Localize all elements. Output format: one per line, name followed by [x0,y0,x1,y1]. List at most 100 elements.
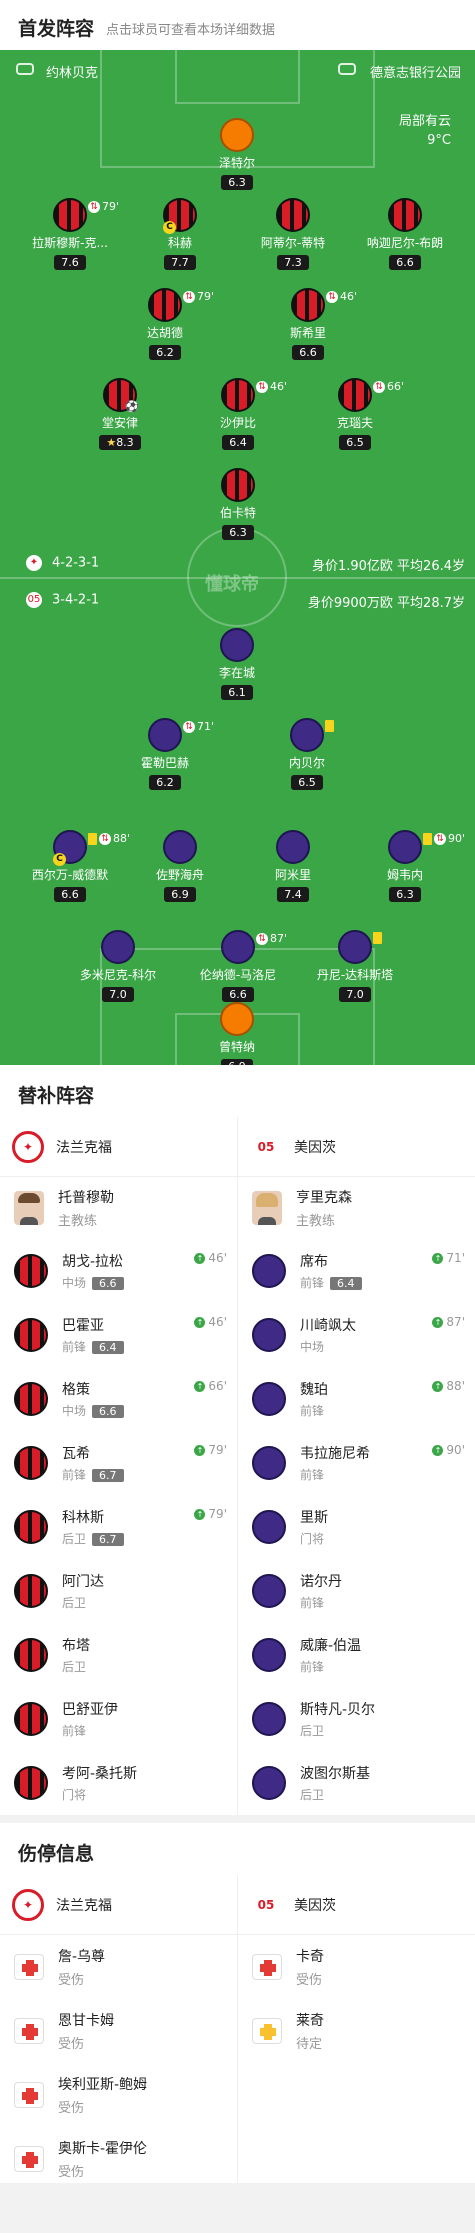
player[interactable]: 伯卡特 6.3 [183,468,293,540]
jersey-icon [291,288,325,322]
player[interactable]: ⇅ 46' 沙伊比 6.4 [183,378,293,450]
sub-player[interactable]: 瓦希 前锋 6.7 ↑ 79' [0,1431,237,1495]
jersey-icon [14,1766,48,1800]
jersey-icon [252,1638,286,1672]
sub-player[interactable]: 魏珀 前锋 ↑ 88' [238,1367,475,1431]
injury-row[interactable]: 卡奇 受伤 [238,1935,475,1999]
coach-name: 亨里克森 [296,1190,352,1206]
player[interactable]: 佐野海舟 6.9 [125,830,235,902]
player[interactable]: C 科赫 7.7 [125,198,235,270]
player[interactable]: ⇅ 46' 斯希里 6.6 [253,288,363,360]
sub-player[interactable]: 波图尔斯基 后卫 [238,1751,475,1815]
sub-position-row: 中场 [300,1338,356,1355]
sub-player[interactable]: 里斯 门将 [238,1495,475,1559]
sub-rating: 6.7 [92,1469,124,1482]
away-team-row[interactable]: 05 美因茨 [238,1875,475,1935]
sub-in-time: ↑ 79' [194,1507,227,1521]
player[interactable]: ⇅ 79' 达胡德 6.2 [110,288,220,360]
away-team-row[interactable]: 05 美因茨 [238,1117,475,1177]
player-event: ⇅ 46' [256,380,287,393]
rating-value: 6.5 [298,776,316,789]
player[interactable]: 呐迦尼尔-布朗 6.6 [350,198,460,270]
away-coach[interactable]: 亨里克森 主教练 [238,1177,475,1239]
rating-value: 6.6 [229,988,247,1001]
sub-player[interactable]: 胡戈-拉松 中场 6.6 ↑ 46' [0,1239,237,1303]
injury-row[interactable]: 埃利亚斯-鲍姆 受伤 [0,2063,237,2127]
sub-info: 科林斯 后卫 6.7 [62,1507,124,1547]
injury-row[interactable]: 莱奇 待定 [238,1999,475,2063]
sub-position: 前锋 [300,1596,325,1610]
player[interactable]: ⇅ 66' 克瑙夫 6.5 [300,378,410,450]
sub-player[interactable]: 巴霍亚 前锋 6.4 ↑ 46' [0,1303,237,1367]
goal-icon: ⚽ [125,400,139,413]
player[interactable]: 阿蒂尔-蒂特 7.3 [238,198,348,270]
player[interactable]: 泽特尔 6.3 [182,118,292,190]
home-team-name: 法兰克福 [56,1897,112,1914]
sub-in-icon: ↑ [194,1252,206,1264]
sub-position: 前锋 [300,1276,325,1290]
sub-position: 前锋 [62,1468,87,1482]
sub-player[interactable]: 巴舒亚伊 前锋 [0,1687,237,1751]
jersey-icon [14,1638,48,1672]
sub-player[interactable]: 席布 前锋 6.4 ↑ 71' [238,1239,475,1303]
sub-info: 斯特凡-贝尔 后卫 [300,1699,375,1739]
player-name: 泽特尔 [218,156,255,170]
sub-position: 前锋 [300,1404,325,1418]
medical-kit-icon [252,1954,282,1980]
home-coach[interactable]: 托普穆勒 主教练 [0,1177,237,1239]
sub-position-row: 前锋 [300,1658,361,1675]
player[interactable]: 曾特纳6.9 [182,1002,292,1065]
sub-player[interactable]: 斯特凡-贝尔 后卫 [238,1687,475,1751]
sub-position-row: 前锋 6.4 [62,1338,124,1355]
player[interactable]: ⇅ 87' 伦纳德-马洛尼 6.6 [183,930,293,1002]
player[interactable]: 多米尼克-科尔 7.0 [63,930,173,1002]
sub-player[interactable]: 韦拉施尼希 前锋 ↑ 90' [238,1431,475,1495]
sub-position: 中场 [62,1276,87,1290]
sub-info: 里斯 门将 [300,1507,328,1547]
injury-row[interactable]: 詹-乌尊 受伤 [0,1935,237,1999]
home-team-row[interactable]: ✦ 法兰克福 [0,1875,237,1935]
injury-row[interactable]: 恩甘卡姆 受伤 [0,1999,237,2063]
sub-name: 巴霍亚 [62,1318,104,1334]
sub-time: 90' [448,832,466,845]
player[interactable]: 丹尼-达科斯塔 7.0 [300,930,410,1002]
sub-player[interactable]: 考阿-桑托斯 门将 [0,1751,237,1815]
coach-name: 托普穆勒 [58,1190,114,1206]
injury-row[interactable]: 奥斯卡-霍伊伦 受伤 [0,2127,237,2191]
sub-player[interactable]: 格策 中场 6.6 ↑ 66' [0,1367,237,1431]
player[interactable]: C ⇅ 88' 西尔万-威德默 6.6 [15,830,130,902]
medical-kit-icon [14,2146,44,2172]
player[interactable]: ⚽ 堂安律 ★8.3 [65,378,175,450]
player[interactable]: 内贝尔 6.5 [252,718,362,790]
sub-position: 前锋 [300,1468,325,1482]
injury-status: 受伤 [58,2037,85,2052]
player[interactable]: 阿米里 7.4 [238,830,348,902]
jersey-icon [148,288,182,322]
injury-info: 恩甘卡姆 受伤 [58,2010,114,2052]
sub-player[interactable]: 威廉-伯温 前锋 [238,1623,475,1687]
player[interactable]: ⇅ 71' 霍勒巴赫 6.2 [110,718,220,790]
sub-player[interactable]: 科林斯 后卫 6.7 ↑ 79' [0,1495,237,1559]
jersey-icon [338,378,372,412]
player-rating: 6.6 [292,345,324,360]
player[interactable]: 李在城 6.1 [182,628,292,700]
sub-name: 巴舒亚伊 [62,1702,118,1718]
sub-rating: 6.4 [92,1341,124,1354]
sub-name: 诺尔丹 [300,1574,342,1590]
away-formation: 05 3-4-2-1 [26,592,99,608]
sub-time: 71' [197,720,215,733]
player-name: 李在城 [218,666,255,680]
rating-value: 6.6 [396,256,414,269]
sub-name: 瓦希 [62,1446,90,1462]
sub-player[interactable]: 布塔 后卫 [0,1623,237,1687]
player-name: 内贝尔 [288,756,325,770]
player[interactable]: ⇅ 79' 拉斯穆斯-克... 7.6 [15,198,125,270]
player[interactable]: ⇅ 90' 姆韦内 6.3 [350,830,465,902]
sub-player[interactable]: 诺尔丹 前锋 [238,1559,475,1623]
home-team-row[interactable]: ✦ 法兰克福 [0,1117,237,1177]
sub-player[interactable]: 阿门达 后卫 [0,1559,237,1623]
sub-position-row: 中场 6.6 [62,1402,124,1419]
jersey-icon [220,118,254,152]
sub-player[interactable]: 川崎飒太 中场 ↑ 87' [238,1303,475,1367]
sub-info: 巴霍亚前锋 6.4 [62,1315,124,1355]
